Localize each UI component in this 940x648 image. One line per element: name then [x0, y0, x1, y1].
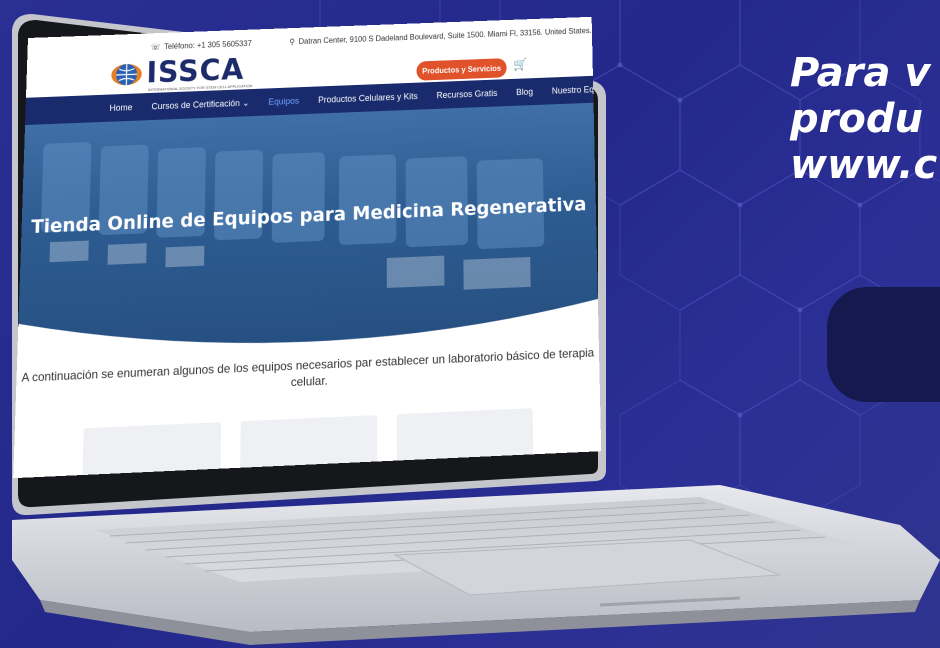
address-info: ⚲ Datran Center, 9100 S Dadeland Bouleva…: [289, 26, 591, 46]
hero-banner: Tienda Online de Equipos para Medicina R…: [16, 102, 599, 365]
phone-text: Teléfono: +1 305 5605337: [164, 38, 252, 51]
nav-recursos[interactable]: Recursos Gratis: [437, 88, 498, 100]
nav-productos[interactable]: Productos Celulares y Kits: [318, 91, 418, 105]
nav-home[interactable]: Home: [109, 102, 132, 113]
location-pin-icon: ⚲: [289, 37, 295, 46]
cart-icon[interactable]: 🛒: [513, 57, 527, 71]
nav-equipos[interactable]: Equipos: [268, 96, 299, 107]
address-text: Datran Center, 9100 S Dadeland Boulevard…: [298, 25, 592, 46]
nav-cursos[interactable]: Cursos de Certificación ⌄: [151, 97, 249, 111]
products-services-button[interactable]: Productos y Servicios: [416, 58, 507, 81]
website-screen: ☏ Teléfono: +1 305 5605337 ⚲ Datran Cent…: [13, 16, 602, 479]
phone-icon: ☏: [150, 42, 161, 52]
phone-info[interactable]: ☏ Teléfono: +1 305 5605337: [151, 39, 252, 51]
nav-blog[interactable]: Blog: [516, 87, 533, 97]
globe-icon: [111, 63, 142, 85]
